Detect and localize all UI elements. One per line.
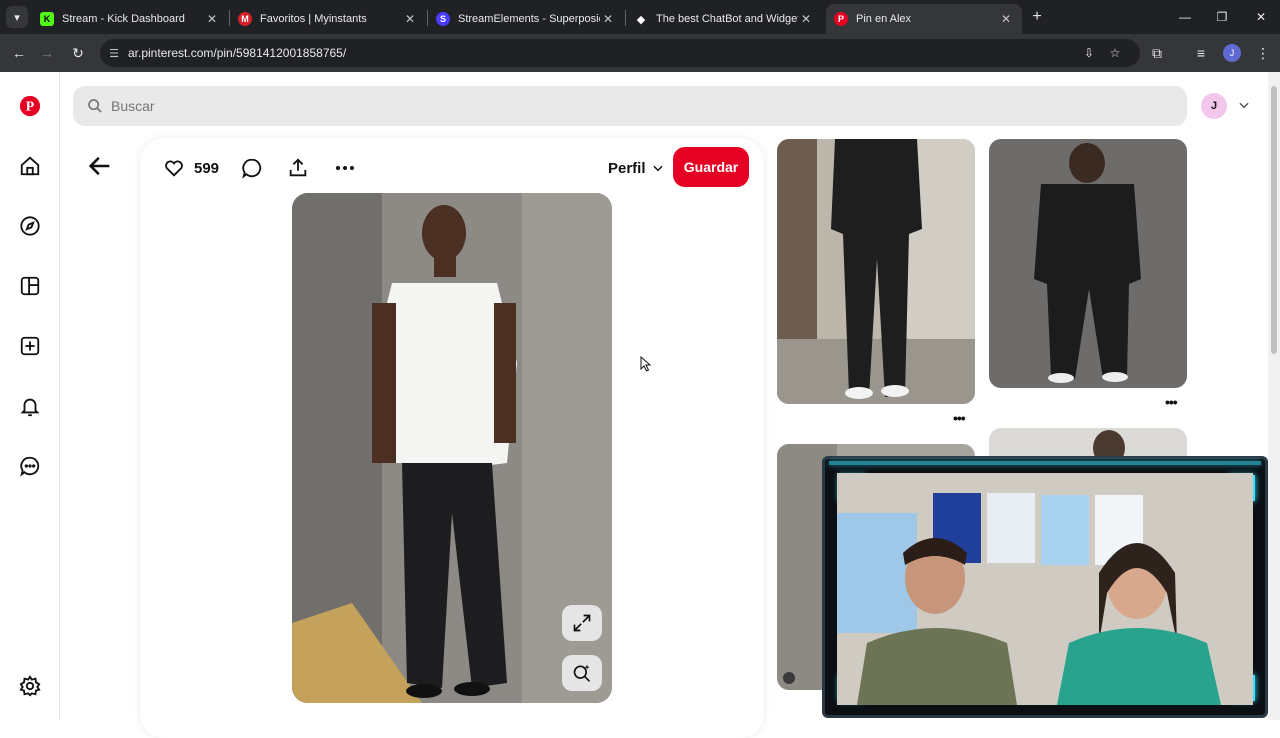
pinterest-logo-icon[interactable]: P (18, 94, 42, 118)
tab-myinstants[interactable]: M Favoritos | Myinstants ✕ (230, 4, 426, 34)
related-pin-image[interactable] (777, 139, 975, 404)
more-dots-icon (336, 166, 354, 170)
related-pin-photo (989, 139, 1187, 388)
tab-close-icon[interactable]: ✕ (998, 12, 1014, 26)
boards-icon[interactable] (18, 274, 42, 298)
search-icon (88, 99, 102, 113)
tab-chatbot-widgets[interactable]: ◆ The best ChatBot and Widgets ✕ (626, 4, 822, 34)
comment-button[interactable] (241, 156, 263, 180)
browser-profile-avatar[interactable]: J (1223, 44, 1241, 62)
share-button[interactable] (287, 156, 309, 180)
streamelements-favicon-icon: S (436, 12, 450, 26)
heart-icon (165, 160, 183, 177)
reload-icon[interactable]: ↻ (67, 42, 89, 64)
svg-text:P: P (26, 99, 35, 114)
tab-title: Pin en Alex (856, 13, 912, 25)
left-nav-rail: P (0, 72, 60, 720)
account-avatar[interactable]: J (1201, 93, 1227, 119)
expand-image-button[interactable] (562, 605, 602, 641)
back-nav-icon[interactable]: ← (8, 42, 30, 64)
tab-close-icon[interactable]: ✕ (798, 12, 814, 26)
tab-title: The best ChatBot and Widgets (656, 13, 798, 25)
messages-icon[interactable] (18, 454, 42, 478)
profile-board-dropdown[interactable]: Perfil (608, 156, 665, 180)
address-bar[interactable]: ☰ ar.pinterest.com/pin/5981412001858765/… (100, 39, 1140, 67)
address-url: ar.pinterest.com/pin/5981412001858765/ (128, 46, 347, 60)
page-scrollbar[interactable] (1268, 72, 1280, 720)
webcam-frame-top-accent (829, 461, 1261, 465)
new-tab-button[interactable]: + (1027, 7, 1047, 27)
related-pin-image[interactable] (989, 139, 1187, 388)
chevron-down-icon (652, 165, 663, 172)
webcam-scene-illustration (837, 473, 1253, 705)
more-options-button[interactable] (333, 156, 357, 180)
myinstants-favicon-icon: M (238, 12, 252, 26)
media-controls-icon[interactable]: ≡ (1190, 42, 1212, 64)
chatbot-favicon-icon: ◆ (636, 13, 646, 26)
comment-icon (242, 158, 262, 179)
extensions-icon[interactable]: ⧉ (1146, 42, 1168, 64)
notifications-icon[interactable] (18, 394, 42, 418)
pin-main-image[interactable] (292, 193, 612, 703)
related-pin-more-icon[interactable]: ••• (1165, 394, 1178, 410)
search-bar[interactable]: Buscar (73, 86, 1187, 126)
visual-search-button[interactable] (562, 655, 602, 691)
tab-title: Favoritos | Myinstants (260, 13, 367, 25)
restore-window-icon[interactable]: ❐ (1212, 7, 1232, 27)
related-pin-more-icon[interactable]: ••• (953, 410, 966, 426)
browser-tab-bar: ▾ K Stream - Kick Dashboard ✕ M Favorito… (0, 0, 1280, 34)
tab-streamelements[interactable]: S StreamElements - Superposicio ✕ (428, 4, 624, 34)
tab-close-icon[interactable]: ✕ (402, 12, 418, 26)
share-upload-icon (289, 158, 307, 177)
like-count: 599 (194, 159, 220, 177)
tab-search-dropdown-icon[interactable]: ▾ (6, 6, 28, 28)
pinterest-favicon-icon: P (834, 12, 848, 26)
scrollbar-thumb[interactable] (1271, 86, 1277, 354)
search-placeholder: Buscar (111, 98, 155, 114)
related-pin-photo (777, 139, 975, 404)
create-icon[interactable] (18, 334, 42, 358)
tab-title: Stream - Kick Dashboard (62, 13, 185, 25)
account-chevron-down-icon[interactable] (1237, 98, 1251, 112)
minimize-window-icon[interactable]: — (1175, 7, 1195, 27)
webcam-overlay (822, 456, 1268, 718)
tab-title: StreamElements - Superposicio (458, 13, 600, 25)
lens-search-icon (573, 664, 591, 682)
explore-icon[interactable] (18, 214, 42, 238)
expand-icon (573, 614, 591, 632)
site-settings-icon[interactable]: ☰ (100, 47, 128, 60)
save-button[interactable]: Guardar (673, 147, 749, 187)
back-arrow-icon[interactable] (86, 152, 114, 180)
forward-nav-icon[interactable]: → (36, 42, 58, 64)
browser-toolbar: ← → ↻ ☰ ar.pinterest.com/pin/59814120018… (0, 34, 1280, 72)
install-app-icon[interactable]: ⇩ (1078, 42, 1100, 64)
kick-favicon-icon: K (40, 12, 54, 26)
tab-pin-en-alex[interactable]: P Pin en Alex ✕ (826, 4, 1022, 34)
home-icon[interactable] (18, 154, 42, 178)
webcam-video (837, 473, 1253, 705)
settings-icon[interactable] (18, 674, 42, 698)
close-window-icon[interactable]: ✕ (1251, 7, 1271, 27)
mouse-cursor-icon (640, 356, 652, 372)
profile-dropdown-label: Perfil (608, 159, 646, 177)
like-button[interactable]: 599 (163, 156, 219, 180)
tab-kick-dashboard[interactable]: K Stream - Kick Dashboard ✕ (32, 4, 228, 34)
browser-menu-icon[interactable]: ⋮ (1252, 42, 1274, 64)
tab-close-icon[interactable]: ✕ (600, 12, 616, 26)
bookmark-star-icon[interactable]: ☆ (1104, 42, 1126, 64)
tab-close-icon[interactable]: ✕ (204, 12, 220, 26)
